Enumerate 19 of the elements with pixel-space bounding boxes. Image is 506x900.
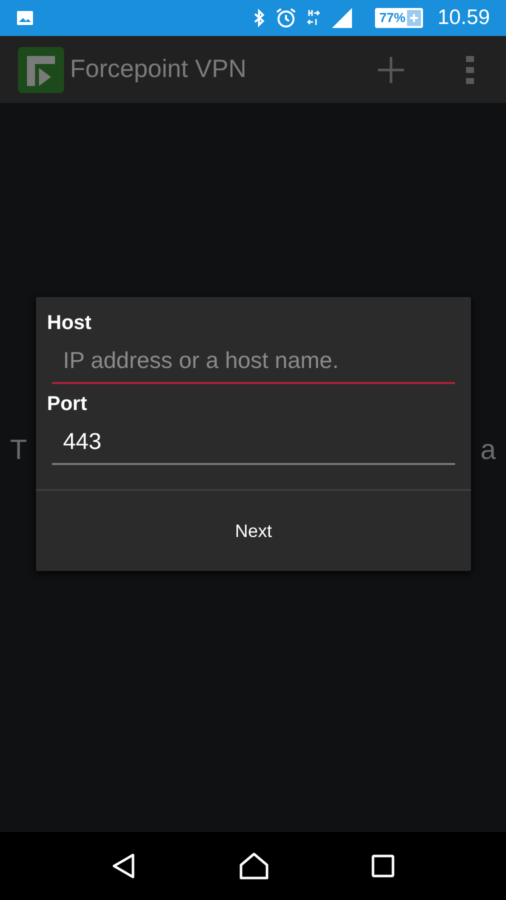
bluetooth-icon: [253, 8, 266, 28]
battery-level: 77%: [377, 10, 408, 26]
field-label: Host: [47, 311, 92, 335]
background-text: T: [10, 433, 28, 467]
back-icon[interactable]: [111, 853, 137, 879]
input-field[interactable]: IP address or a host name.: [52, 343, 455, 384]
signal-icon: [331, 7, 354, 29]
recents-icon[interactable]: [371, 854, 395, 878]
image-icon: [16, 10, 34, 26]
field-label: Port: [47, 392, 88, 416]
data-arrows-icon: [307, 8, 322, 28]
clock: 10.59: [437, 6, 490, 30]
next-button[interactable]: Next: [36, 491, 471, 571]
home-icon[interactable]: [239, 852, 269, 880]
input-field[interactable]: 443: [52, 424, 455, 465]
alarm-icon: [275, 7, 298, 29]
app-title: Forcepoint VPN: [70, 55, 246, 84]
app-logo-icon: [18, 46, 64, 92]
background-text: a: [480, 433, 496, 467]
